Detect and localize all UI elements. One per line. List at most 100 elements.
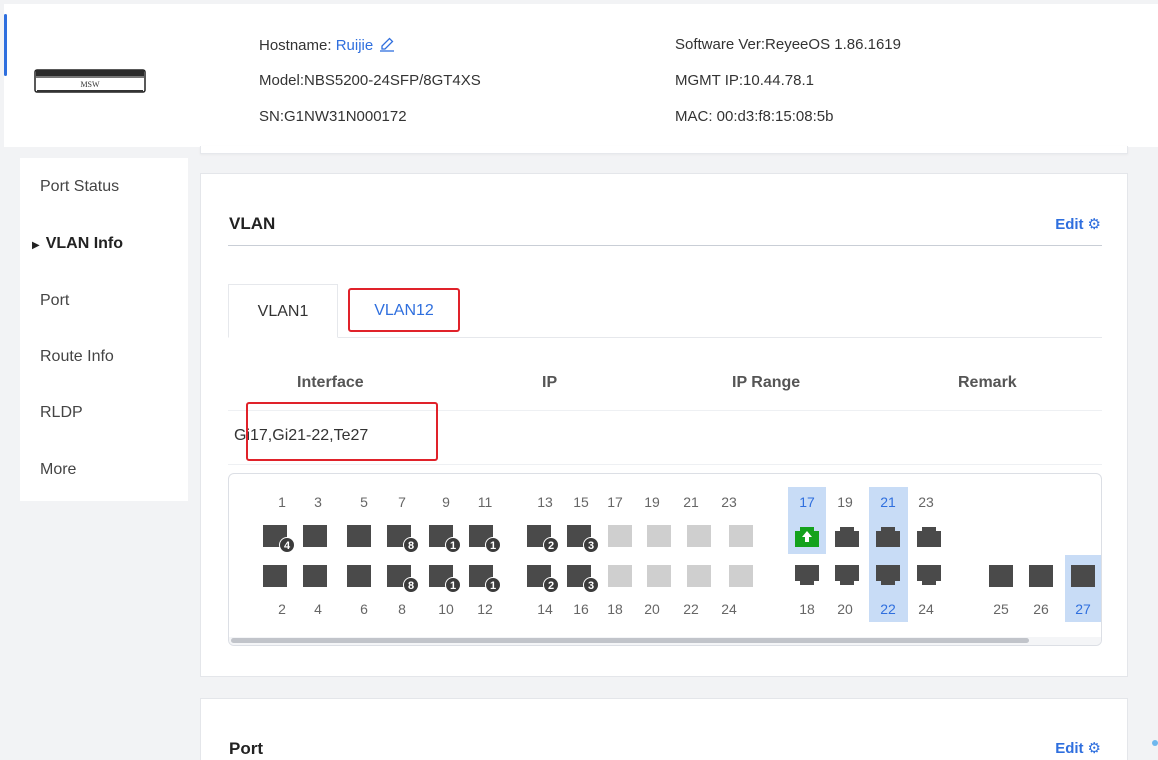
port-edit-button[interactable]: Edit ⚙ bbox=[1055, 739, 1101, 757]
sfp-port[interactable] bbox=[347, 565, 371, 587]
sfp-port-inactive[interactable] bbox=[687, 525, 711, 547]
port-badge: 8 bbox=[403, 577, 419, 593]
column-header-ip: IP bbox=[542, 374, 558, 391]
sfp-plus-port[interactable] bbox=[1029, 565, 1053, 587]
sfp-port[interactable] bbox=[303, 525, 327, 547]
sidebar-item-route-info[interactable]: Route Info bbox=[40, 348, 114, 366]
sfp-plus-port[interactable] bbox=[1071, 565, 1095, 587]
sfp-port-inactive[interactable] bbox=[729, 525, 753, 547]
port-number: 26 bbox=[1033, 601, 1049, 617]
sfp-plus-port[interactable] bbox=[989, 565, 1013, 587]
port-badge: 1 bbox=[485, 537, 501, 553]
rj45-port[interactable] bbox=[835, 525, 859, 547]
sfp-port[interactable] bbox=[347, 525, 371, 547]
sfp-port-inactive[interactable] bbox=[647, 525, 671, 547]
port-number: 12 bbox=[477, 601, 493, 617]
hostname-line: Hostname: Ruijie bbox=[259, 36, 395, 54]
uplink-port-icon[interactable] bbox=[795, 525, 819, 547]
sfp-port[interactable] bbox=[263, 565, 287, 587]
port-number: 17 bbox=[607, 494, 623, 510]
scrollbar-thumb[interactable] bbox=[231, 638, 1029, 643]
header-divider bbox=[200, 146, 1128, 154]
column-header-remark: Remark bbox=[958, 374, 1017, 391]
sidebar-item-vlan-info[interactable]: ▶ VLAN Info bbox=[32, 235, 123, 253]
sidebar-item-more[interactable]: More bbox=[40, 461, 76, 479]
rj45-port[interactable] bbox=[835, 565, 859, 587]
port-panel: 1 3 5 7 9 11 13 15 17 19 21 23 17 19 21 … bbox=[228, 473, 1102, 646]
rj45-port[interactable] bbox=[876, 565, 900, 587]
port-badge: 1 bbox=[485, 577, 501, 593]
switch-device-icon: MSW bbox=[34, 69, 146, 93]
rj45-port[interactable] bbox=[795, 565, 819, 587]
port-number: 22 bbox=[880, 601, 896, 617]
port-number: 3 bbox=[314, 494, 322, 510]
port-number: 10 bbox=[438, 601, 454, 617]
port-number: 7 bbox=[398, 494, 406, 510]
pencil-icon[interactable] bbox=[379, 36, 395, 52]
port-badge: 3 bbox=[583, 577, 599, 593]
port-number: 27 bbox=[1075, 601, 1091, 617]
interface-cell: Gi17,Gi21-22,Te27 bbox=[234, 427, 369, 444]
port-number: 22 bbox=[683, 601, 699, 617]
sidebar-item-port[interactable]: Port bbox=[40, 292, 69, 310]
port-number: 5 bbox=[360, 494, 368, 510]
port-number: 14 bbox=[537, 601, 553, 617]
device-label: MSW bbox=[80, 80, 100, 89]
port-number: 15 bbox=[573, 494, 589, 510]
port-number: 21 bbox=[880, 494, 896, 510]
sfp-port-inactive[interactable] bbox=[729, 565, 753, 587]
gear-icon: ⚙ bbox=[1087, 216, 1101, 233]
vlan-tabs: VLAN1 VLAN12 bbox=[228, 284, 1102, 338]
rj45-port[interactable] bbox=[917, 525, 941, 547]
rj45-port[interactable] bbox=[876, 525, 900, 547]
gear-icon: ⚙ bbox=[1087, 740, 1101, 757]
vlan-section-title: VLAN bbox=[229, 214, 276, 233]
port-badge: 3 bbox=[583, 537, 599, 553]
port-number: 18 bbox=[799, 601, 815, 617]
device-header bbox=[4, 4, 1158, 147]
sidebar-item-label: VLAN Info bbox=[45, 235, 124, 252]
port-section-title: Port bbox=[229, 739, 263, 758]
port-number: 19 bbox=[837, 494, 853, 510]
mgmt-ip-text: MGMT IP:10.44.78.1 bbox=[675, 72, 814, 89]
sidebar-item-rldp[interactable]: RLDP bbox=[40, 404, 83, 422]
table-row-divider bbox=[228, 410, 1102, 411]
port-badge: 2 bbox=[543, 537, 559, 553]
port-number: 2 bbox=[278, 601, 286, 617]
port-number: 23 bbox=[721, 494, 737, 510]
serial-number-text: SN:G1NW31N000172 bbox=[259, 108, 407, 125]
port-number: 24 bbox=[918, 601, 934, 617]
hostname-label: Hostname: bbox=[259, 37, 332, 54]
port-number: 21 bbox=[683, 494, 699, 510]
port-number: 24 bbox=[721, 601, 737, 617]
sfp-port-inactive[interactable] bbox=[608, 525, 632, 547]
sfp-port-inactive[interactable] bbox=[647, 565, 671, 587]
rj45-port[interactable] bbox=[917, 565, 941, 587]
tab-vlan12[interactable]: VLAN12 bbox=[349, 284, 459, 338]
port-badge: 1 bbox=[445, 537, 461, 553]
hostname-value[interactable]: Ruijie bbox=[336, 37, 374, 54]
port-badge: 2 bbox=[543, 577, 559, 593]
port-badge: 4 bbox=[279, 537, 295, 553]
port-number: 13 bbox=[537, 494, 553, 510]
model-text: Model:NBS5200-24SFP/8GT4XS bbox=[259, 72, 481, 89]
column-header-interface: Interface bbox=[297, 374, 364, 391]
sidebar: Port Status ▶ VLAN Info Port Route Info R… bbox=[20, 158, 188, 501]
vlan-panel: VLAN Edit ⚙ VLAN1 VLAN12 Interface IP IP … bbox=[200, 173, 1128, 677]
section-divider bbox=[228, 245, 1102, 246]
caret-right-icon: ▶ bbox=[32, 240, 40, 251]
port-number: 25 bbox=[993, 601, 1009, 617]
sfp-port-inactive[interactable] bbox=[608, 565, 632, 587]
mac-address-text: MAC: 00:d3:f8:15:08:5b bbox=[675, 108, 834, 125]
sidebar-item-port-status[interactable]: Port Status bbox=[40, 178, 119, 196]
sfp-port-inactive[interactable] bbox=[687, 565, 711, 587]
sfp-port[interactable] bbox=[303, 565, 327, 587]
header-accent-bar bbox=[4, 14, 7, 76]
tab-vlan1[interactable]: VLAN1 bbox=[228, 284, 338, 338]
edit-label: Edit bbox=[1055, 216, 1084, 233]
port-section: Port Edit ⚙ bbox=[200, 698, 1128, 760]
vlan-edit-button[interactable]: Edit ⚙ bbox=[1055, 215, 1101, 233]
port-number: 18 bbox=[607, 601, 623, 617]
port-number: 17 bbox=[799, 494, 815, 510]
table-row-divider bbox=[228, 464, 1102, 465]
